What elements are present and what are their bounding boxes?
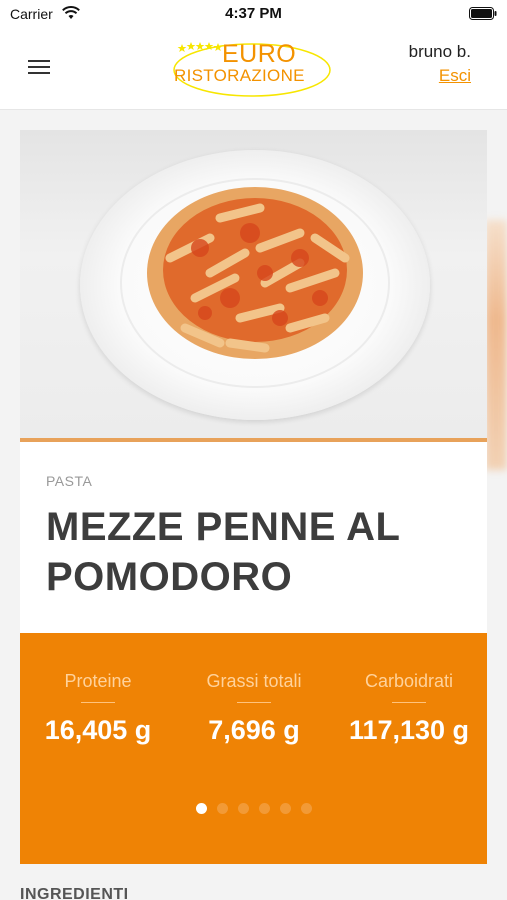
nutrient-divider [81,702,115,703]
page-dot[interactable] [216,803,228,814]
nutrient-label: Proteine [64,671,132,691]
battery-icon [469,7,497,20]
nutrient-divider [237,702,271,703]
app-header: EURO RISTORAZIONE bruno b. Esci [0,30,507,110]
page-dot[interactable] [300,803,312,814]
page-dot[interactable] [279,803,291,814]
logout-link[interactable]: Esci [439,66,471,86]
nutrient-label: Carboidrati [364,671,454,691]
page-dot[interactable] [237,803,249,814]
status-time: 4:37 PM [225,5,282,22]
page-dot[interactable] [195,803,207,814]
hamburger-menu-icon[interactable] [28,56,54,78]
ingredients-heading: INGREDIENTI [20,886,129,900]
status-bar: Carrier 4:37 PM [0,0,507,30]
nutrient-total-fat: Grassi totali 7,696 g [176,671,332,746]
user-name: bruno b. [408,42,471,61]
background-adjacent-card [485,220,507,470]
nutrient-value: 7,696 g [208,715,300,745]
dish-title: MEZZE PENNE AL POMODORO [46,505,400,599]
logo-text-ristorazione: RISTORAZIONE [174,66,305,85]
page-dot[interactable] [258,803,270,814]
euro-ristorazione-logo: EURO RISTORAZIONE [170,36,338,102]
nutrient-value: 117,130 g [348,715,470,745]
nutrition-panel[interactable]: Proteine 16,405 g Grassi totali 7,696 g … [20,633,487,864]
dish-card[interactable]: PASTA MEZZE PENNE AL POMODORO Proteine 1… [20,130,487,864]
nutrient-carbohydrates: Carboidrati 117,130 g [331,671,487,746]
nutrient-label: Grassi totali [206,671,302,691]
nutrient-value: 16,405 g [44,715,152,745]
nutrient-divider [392,702,426,703]
dish-category: PASTA [46,473,93,489]
nutrient-protein: Proteine 16,405 g [20,671,176,746]
logo-text-euro: EURO [222,40,297,68]
dish-photo [20,130,487,442]
page-indicator[interactable] [20,801,487,819]
pasta-image [147,187,363,359]
